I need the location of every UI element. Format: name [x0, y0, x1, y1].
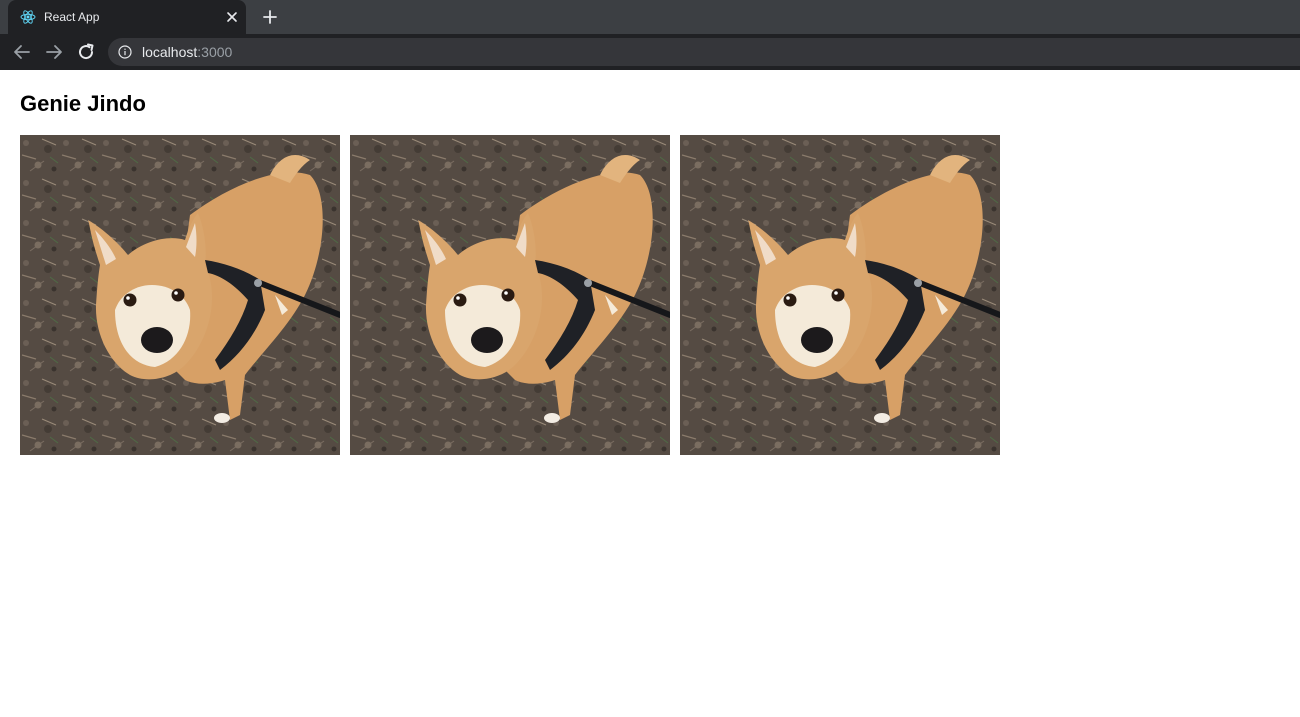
- dog-photo: [350, 135, 670, 455]
- back-arrow-icon[interactable]: [10, 40, 34, 64]
- page-title: Genie Jindo: [20, 91, 146, 116]
- browser-tab[interactable]: React App: [8, 0, 246, 34]
- address-bar[interactable]: localhost:3000: [108, 38, 1300, 66]
- page-content: Genie Jindo: [0, 71, 1300, 717]
- dog-photo-image: [20, 135, 340, 455]
- forward-arrow-icon[interactable]: [42, 40, 66, 64]
- reload-icon[interactable]: [74, 40, 98, 64]
- dog-photo-image: [350, 135, 670, 455]
- url-host: localhost: [142, 44, 198, 60]
- tab-strip: React App: [0, 0, 1300, 34]
- plus-icon[interactable]: [260, 7, 280, 27]
- tab-title: React App: [44, 10, 100, 24]
- close-icon[interactable]: [224, 9, 240, 25]
- react-logo-icon: [20, 10, 36, 24]
- browser-toolbar: localhost:3000: [0, 34, 1300, 70]
- photo-gallery: [20, 135, 1000, 455]
- dog-photo: [680, 135, 1000, 455]
- info-icon[interactable]: [118, 45, 132, 59]
- dog-photo-image: [680, 135, 1000, 455]
- url-port: :3000: [197, 44, 233, 60]
- url-text[interactable]: localhost:3000: [142, 44, 232, 60]
- dog-photo: [20, 135, 340, 455]
